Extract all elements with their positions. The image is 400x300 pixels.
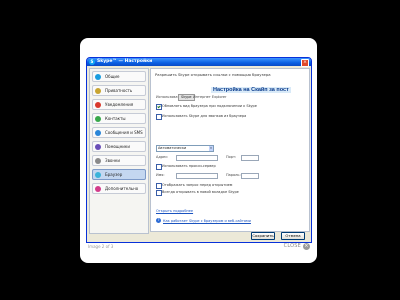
mode-select[interactable]: Автоматически ▾ <box>156 145 214 152</box>
section-header: Разрешить Skype открывать ссылки с помощ… <box>155 72 271 77</box>
sidebar-item-label: Браузер <box>105 172 123 177</box>
flag-icon <box>95 101 101 108</box>
lightbox-close-button[interactable]: CLOSE × <box>284 243 310 250</box>
info-icon: ? <box>156 218 161 223</box>
contacts-icon <box>95 115 101 122</box>
browser-note: Интернет Explorer <box>193 95 227 99</box>
sidebar-item-notifications[interactable]: Уведомления <box>92 99 146 110</box>
password-label: Пароль: <box>226 173 241 177</box>
confirm-open-checkbox[interactable] <box>156 183 162 189</box>
sidebar-item-label: Дополнительно <box>105 186 139 191</box>
sidebar-item-label: Помощники <box>105 144 130 149</box>
use-skype-calls-checkbox[interactable] <box>156 114 162 120</box>
sidebar-item-privacy[interactable]: Приватность <box>92 85 146 96</box>
address-field[interactable] <box>176 155 218 161</box>
confirm-open-label: Отображать запрос перед открытием <box>162 183 233 187</box>
chat-icon <box>95 129 101 136</box>
sidebar-item-advanced[interactable]: Дополнительно <box>92 183 146 194</box>
save-button[interactable]: Сохранить <box>251 232 275 240</box>
overlay-caption: Настройка на Скайп за пост <box>211 87 291 93</box>
sidebar-item-helpers[interactable]: Помощники <box>92 141 146 152</box>
close-icon: × <box>303 243 310 250</box>
title-bar: S Skype™ — Настройки × <box>87 58 311 67</box>
port-field[interactable] <box>241 155 259 161</box>
lightbox-close-label: CLOSE <box>283 243 301 249</box>
sidebar-item-contacts[interactable]: Контакты <box>92 113 146 124</box>
browser-icon <box>95 171 101 178</box>
update-browser-label: Обновлять вид браузера при подключении к… <box>162 104 257 108</box>
lightbox-footer: Image 2 of 3 CLOSE × <box>88 243 310 258</box>
skype-icon: S <box>89 59 95 65</box>
sidebar-item-label: Контакты <box>105 116 126 121</box>
chevron-down-icon: ▾ <box>209 146 213 151</box>
cancel-button[interactable]: Отмена <box>281 232 305 240</box>
use-skype-calls-label: Использовать Skype для звонков из браузе… <box>162 114 247 118</box>
window-title: Skype™ — Настройки <box>97 59 153 64</box>
help-link[interactable]: Как работает Skype с браузером и веб-сай… <box>163 219 251 223</box>
helpers-icon <box>95 143 101 150</box>
port-label: Порт: <box>226 155 237 159</box>
sidebar-item-browser[interactable]: Браузер <box>92 169 146 180</box>
mode-select-value: Автоматически <box>158 146 187 150</box>
proxy-checkbox[interactable] <box>156 164 162 170</box>
sidebar-item-calls[interactable]: Звонки <box>92 155 146 166</box>
lock-icon <box>95 87 101 94</box>
proxy-label: Использовать прокси-сервер <box>162 164 216 168</box>
phone-icon <box>95 157 101 164</box>
sidebar-item-label: Приватность <box>105 88 133 93</box>
sidebar-item-label: Уведомления <box>105 102 134 107</box>
update-browser-checkbox[interactable] <box>156 104 162 110</box>
sidebar-item-label: Общие <box>105 74 120 79</box>
image-counter: Image 2 of 3 <box>88 244 114 249</box>
address-label: Адрес: <box>156 155 169 159</box>
password-field[interactable] <box>241 173 259 179</box>
settings-window: S Skype™ — Настройки × Общие Приватность… <box>86 57 312 243</box>
skype-logo-icon <box>95 73 101 80</box>
sidebar-item-messages[interactable]: Сообщения и SMS <box>92 127 146 138</box>
new-tab-checkbox[interactable] <box>156 190 162 196</box>
close-icon[interactable]: × <box>301 59 309 67</box>
settings-sidebar: Общие Приватность Уведомления Контакты С… <box>89 68 149 234</box>
username-field[interactable] <box>176 173 218 179</box>
sidebar-item-label: Звонки <box>105 158 120 163</box>
new-tab-label: Всегда открывать в новой вкладке Skype <box>162 190 239 194</box>
advanced-icon <box>95 185 101 192</box>
sidebar-item-general[interactable]: Общие <box>92 71 146 82</box>
sidebar-item-label: Сообщения и SMS <box>105 130 143 135</box>
details-link[interactable]: Открыть подробнее <box>156 209 193 213</box>
username-label: Имя: <box>156 173 165 177</box>
settings-content: Разрешить Skype открывать ссылки с помощ… <box>150 68 310 232</box>
